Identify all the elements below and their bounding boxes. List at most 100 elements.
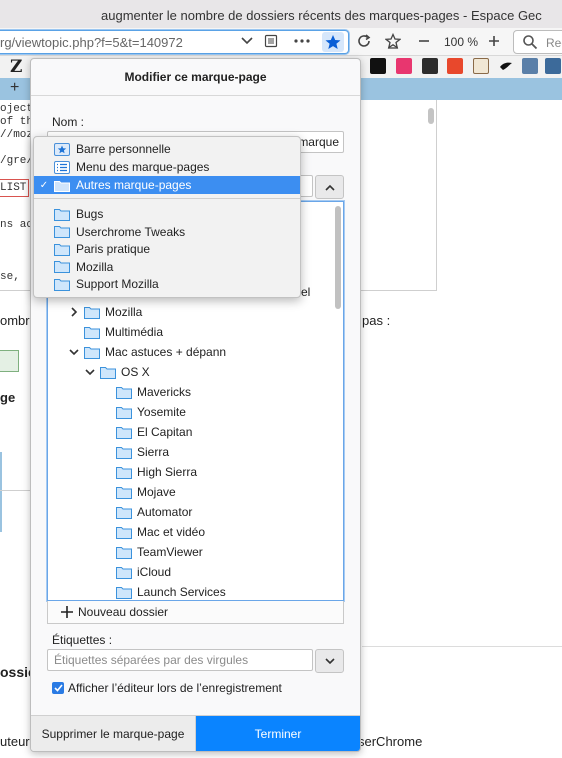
star-folder-icon	[54, 142, 70, 156]
bookmark-outline-icon[interactable]	[385, 31, 401, 51]
tags-label: Étiquettes :	[52, 633, 113, 647]
menu-item-label: Paris pratique	[76, 242, 151, 256]
done-button[interactable]: Terminer	[196, 716, 360, 751]
bookmark-favicon-mountain[interactable]	[522, 58, 538, 74]
folder-icon	[84, 326, 100, 339]
filter-text: LIST	[0, 182, 27, 194]
tree-row[interactable]: Mozilla	[68, 302, 142, 322]
folder-icon	[116, 486, 132, 499]
menu-item-toolbar[interactable]: Barre personnelle	[34, 140, 300, 158]
tree-partial-row: el	[301, 285, 311, 299]
show-editor-checkbox-row[interactable]: Afficher l’éditeur lors de l’enregistrem…	[52, 681, 282, 695]
page-accent	[0, 452, 2, 532]
tags-dropdown-button[interactable]	[315, 649, 344, 673]
tree-row[interactable]: Automator	[100, 502, 192, 522]
menu-list-icon	[54, 160, 70, 174]
page-actions-icon[interactable]	[294, 31, 310, 51]
tree-row[interactable]: Mojave	[100, 482, 176, 502]
tags-input[interactable]: Étiquettes séparées par des virgules	[47, 649, 313, 671]
page-icon-box[interactable]	[0, 350, 19, 372]
code-line: se,	[0, 271, 20, 283]
folder-icon	[116, 386, 132, 399]
tree-row-label: iCloud	[137, 565, 172, 579]
bookmark-favicon-orange[interactable]	[447, 58, 463, 74]
tree-row[interactable]: Yosemite	[100, 402, 186, 422]
bookmark-favicon-photo[interactable]	[545, 58, 561, 74]
code-scrollbar[interactable]	[428, 108, 434, 124]
chevron-down-icon[interactable]	[84, 366, 96, 378]
folder-icon	[116, 426, 132, 439]
bookmark-favicon-folder[interactable]	[473, 58, 489, 74]
url-text: rg/viewtopic.php?f=5&t=140972	[0, 35, 183, 50]
menu-item-label: Menu des marque-pages	[76, 160, 210, 174]
plus-icon	[61, 606, 73, 618]
menu-item-other-bookmarks[interactable]: ✓ Autres marque-pages	[34, 176, 300, 194]
name-value: marque	[298, 135, 339, 149]
folder-icon	[100, 366, 116, 379]
bookmark-favicon-bird[interactable]	[498, 58, 514, 74]
folder-icon	[116, 546, 132, 559]
tree-row[interactable]: TeamViewer	[100, 542, 203, 562]
zoom-in-icon[interactable]	[487, 31, 501, 51]
name-label: Nom :	[52, 115, 85, 129]
reload-icon[interactable]	[356, 31, 372, 51]
menu-item-bookmarks-menu[interactable]: Menu des marque-pages	[34, 158, 300, 176]
menu-item-recent-folder[interactable]: Userchrome Tweaks	[34, 223, 300, 241]
page-text: pas :	[362, 313, 391, 328]
bookmark-favicon-t[interactable]	[370, 58, 386, 74]
nav-toolbar: rg/viewtopic.php?f=5&t=140972 100 % Rec	[0, 28, 562, 56]
new-folder-button[interactable]: Nouveau dossier	[47, 601, 344, 624]
folder-icon	[116, 586, 132, 599]
bookmark-favicon-dark[interactable]	[422, 58, 438, 74]
bookmark-star-button[interactable]	[322, 32, 344, 52]
tree-row[interactable]: iCloud	[100, 562, 171, 582]
folder-icon	[54, 243, 70, 256]
page-text: ge	[0, 390, 16, 405]
tree-row[interactable]: OS X	[84, 362, 150, 382]
tree-row[interactable]: Mac astuces + dépann	[68, 342, 226, 362]
tree-scrollbar[interactable]	[335, 206, 341, 309]
code-line: //moz	[0, 129, 34, 141]
menu-item-recent-folder[interactable]: Support Mozilla	[34, 275, 300, 293]
panel-divider	[31, 95, 360, 96]
tree-row[interactable]: Mavericks	[100, 382, 191, 402]
menu-item-label: Support Mozilla	[76, 277, 159, 291]
show-editor-checkbox[interactable]	[52, 682, 64, 694]
url-bar[interactable]: rg/viewtopic.php?f=5&t=140972	[0, 30, 349, 54]
page-text: uteur	[0, 734, 30, 749]
tree-row[interactable]: El Capitan	[100, 422, 192, 442]
folder-tree-toggle-button[interactable]	[315, 175, 344, 199]
menu-item-recent-folder[interactable]: Paris pratique	[34, 240, 300, 258]
menu-item-recent-folder[interactable]: Mozilla	[34, 258, 300, 276]
tree-row-label: El Capitan	[137, 425, 193, 439]
menu-item-recent-folder[interactable]: Bugs	[34, 205, 300, 223]
chevron-down-icon[interactable]	[68, 346, 80, 358]
window-title: augmenter le nombre de dossiers récents …	[101, 8, 542, 23]
chevron-down-icon[interactable]	[241, 31, 253, 51]
tree-row[interactable]: Launch Services	[100, 582, 226, 600]
zoom-out-icon[interactable]	[417, 31, 431, 51]
selected-check-icon: ✓	[39, 179, 49, 191]
reader-view-icon[interactable]	[264, 31, 278, 51]
folder-icon	[116, 566, 132, 579]
chevron-right-icon[interactable]	[68, 306, 80, 318]
bookmark-favicon-z[interactable]: Z	[10, 57, 22, 77]
tree-row[interactable]: Multimédia	[68, 322, 163, 342]
tree-row[interactable]: Mac et vidéo	[100, 522, 205, 542]
bookmark-favicon-pink[interactable]	[396, 58, 412, 74]
tree-row-label: Mac et vidéo	[137, 525, 206, 539]
folder-icon	[116, 406, 132, 419]
search-input[interactable]: Rec	[513, 30, 562, 54]
menu-item-label: Barre personnelle	[76, 142, 171, 156]
remove-bookmark-button[interactable]: Supprimer le marque-page	[31, 716, 196, 751]
folder-icon	[54, 208, 70, 221]
zoom-level[interactable]: 100 %	[444, 35, 478, 49]
menu-separator	[34, 198, 300, 199]
tree-row[interactable]: High Sierra	[100, 462, 197, 482]
tree-row[interactable]: Sierra	[100, 442, 169, 462]
add-icon[interactable]: +	[10, 79, 19, 97]
